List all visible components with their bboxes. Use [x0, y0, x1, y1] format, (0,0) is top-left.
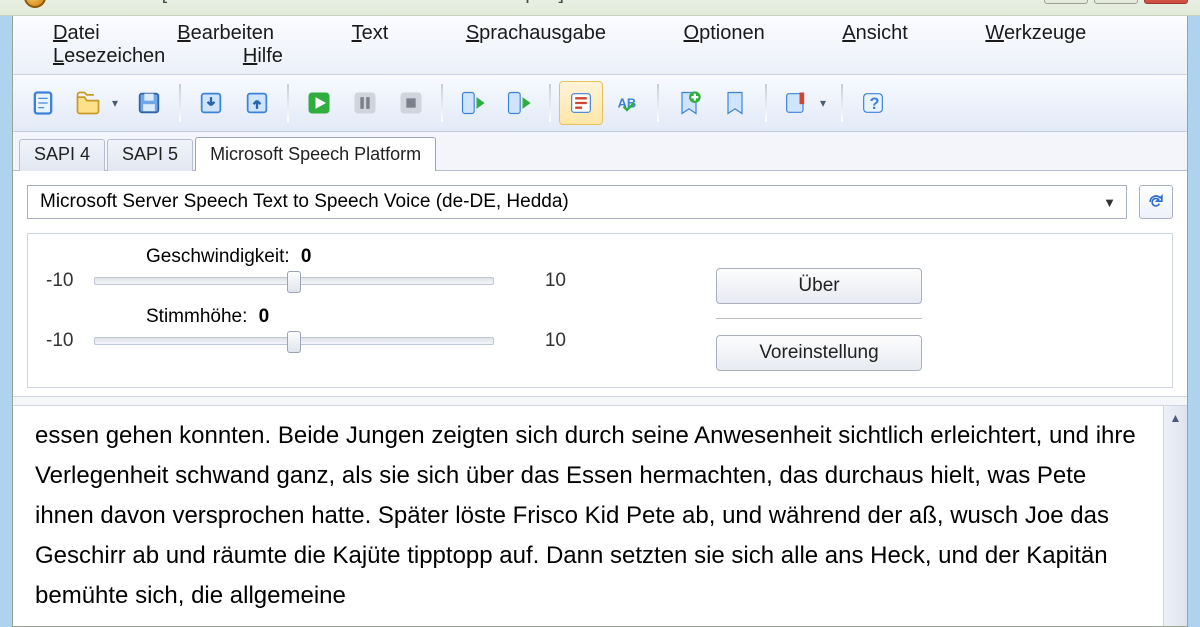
- menu-sprachausgabe[interactable]: Sprachausgabe: [442, 22, 630, 44]
- export-icon: [243, 89, 271, 117]
- svg-text:?: ?: [870, 95, 880, 113]
- menu-datei[interactable]: Datei: [29, 22, 124, 44]
- dictionary-icon: [782, 89, 810, 117]
- pitch-slider-thumb[interactable]: [287, 331, 301, 353]
- menu-werkzeuge[interactable]: Werkzeuge: [961, 22, 1110, 44]
- menu-lesezeichen[interactable]: Lesezeichen: [29, 45, 189, 67]
- preset-button[interactable]: Voreinstellung: [716, 335, 922, 371]
- document-text-area: essen gehen konnten. Beide Jungen zeigte…: [13, 406, 1187, 627]
- pitch-max: 10: [518, 330, 566, 352]
- document-icon: [29, 89, 57, 117]
- save-button[interactable]: [127, 81, 171, 125]
- voice-panel: Microsoft Server Speech Text to Speech V…: [13, 171, 1187, 396]
- pitch-slider-group: Stimmhöhe: 0 -10 10: [46, 306, 666, 352]
- speed-slider-thumb[interactable]: [287, 271, 301, 293]
- menu-bearbeiten[interactable]: Bearbeiten: [153, 22, 298, 44]
- refresh-icon: [1146, 192, 1166, 212]
- speed-slider[interactable]: [94, 277, 494, 285]
- play-button[interactable]: [297, 81, 341, 125]
- import-button[interactable]: [189, 81, 233, 125]
- menu-hilfe[interactable]: Hilfe: [219, 45, 307, 67]
- tab-sapi5[interactable]: SAPI 5: [107, 139, 193, 171]
- toolbar-separator: [441, 84, 443, 122]
- pause-icon: [351, 89, 379, 117]
- open-file-button[interactable]: [67, 81, 125, 125]
- menu-ansicht[interactable]: Ansicht: [818, 22, 932, 44]
- play-cursor-icon: [505, 89, 533, 117]
- pitch-min: -10: [46, 330, 94, 352]
- play-from-cursor-button[interactable]: [497, 81, 541, 125]
- folder-open-icon: [74, 89, 102, 117]
- divider: [716, 318, 922, 319]
- speed-value: 0: [301, 246, 312, 267]
- app-window: Datei Bearbeiten Text Sprachausgabe Opti…: [12, 16, 1188, 627]
- tab-sapi4[interactable]: SAPI 4: [19, 139, 105, 171]
- refresh-voices-button[interactable]: [1139, 185, 1173, 219]
- help-icon: ?: [859, 89, 887, 117]
- speed-max: 10: [518, 270, 566, 292]
- bookmark-icon: [721, 89, 749, 117]
- toolbar-separator: [657, 84, 659, 122]
- play-selection-button[interactable]: [451, 81, 495, 125]
- window-title: Balabolka - [D:\Jack London. Joe unter d…: [56, 0, 564, 5]
- toolbar: AB ?: [13, 75, 1187, 132]
- highlight-icon: [567, 89, 595, 117]
- pause-button[interactable]: [343, 81, 387, 125]
- speed-min: -10: [46, 270, 94, 292]
- pitch-value: 0: [259, 306, 270, 327]
- toolbar-separator: [549, 84, 551, 122]
- horizontal-splitter[interactable]: [13, 396, 1187, 406]
- maximize-button[interactable]: [1094, 0, 1138, 4]
- help-button[interactable]: ?: [851, 81, 895, 125]
- speed-label: Geschwindigkeit:: [146, 246, 290, 267]
- tab-ms-speech-platform[interactable]: Microsoft Speech Platform: [195, 137, 436, 171]
- about-voice-button[interactable]: Über: [716, 268, 922, 304]
- chevron-down-icon: ▼: [1103, 195, 1116, 210]
- spellcheck-button[interactable]: AB: [605, 81, 649, 125]
- vertical-scrollbar[interactable]: ▲: [1163, 406, 1187, 627]
- new-file-button[interactable]: [21, 81, 65, 125]
- pitch-label: Stimmhöhe:: [146, 306, 247, 327]
- toolbar-separator: [765, 84, 767, 122]
- highlight-toggle[interactable]: [559, 81, 603, 125]
- export-button[interactable]: [235, 81, 279, 125]
- voice-select-value: Microsoft Server Speech Text to Speech V…: [40, 191, 569, 213]
- minimize-button[interactable]: [1044, 0, 1088, 4]
- menu-bar: Datei Bearbeiten Text Sprachausgabe Opti…: [13, 16, 1187, 75]
- toolbar-separator: [287, 84, 289, 122]
- dictionary-button[interactable]: [775, 81, 833, 125]
- speed-slider-group: Geschwindigkeit: 0 -10 10: [46, 246, 666, 292]
- voice-select[interactable]: Microsoft Server Speech Text to Speech V…: [27, 185, 1127, 219]
- document-text[interactable]: essen gehen konnten. Beide Jungen zeigte…: [13, 406, 1163, 627]
- menu-text[interactable]: Text: [328, 22, 413, 44]
- bookmark-add-icon: [675, 89, 703, 117]
- stop-icon: [397, 89, 425, 117]
- toolbar-separator: [841, 84, 843, 122]
- app-icon: [24, 0, 46, 8]
- menu-optionen[interactable]: Optionen: [660, 22, 789, 44]
- scroll-up-arrow[interactable]: ▲: [1164, 406, 1187, 430]
- window-titlebar: Balabolka - [D:\Jack London. Joe unter d…: [0, 0, 1200, 16]
- add-bookmark-button[interactable]: [667, 81, 711, 125]
- stop-button[interactable]: [389, 81, 433, 125]
- pitch-slider[interactable]: [94, 337, 494, 345]
- toolbar-separator: [179, 84, 181, 122]
- play-selection-icon: [459, 89, 487, 117]
- spellcheck-icon: AB: [613, 89, 641, 117]
- save-icon: [135, 89, 163, 117]
- voice-engine-tabs: SAPI 4 SAPI 5 Microsoft Speech Platform: [13, 132, 1187, 171]
- voice-parameters: Geschwindigkeit: 0 -10 10 Stimmhöhe:: [27, 233, 1173, 388]
- import-icon: [197, 89, 225, 117]
- close-button[interactable]: [1144, 0, 1188, 4]
- bookmarks-button[interactable]: [713, 81, 757, 125]
- play-icon: [305, 89, 333, 117]
